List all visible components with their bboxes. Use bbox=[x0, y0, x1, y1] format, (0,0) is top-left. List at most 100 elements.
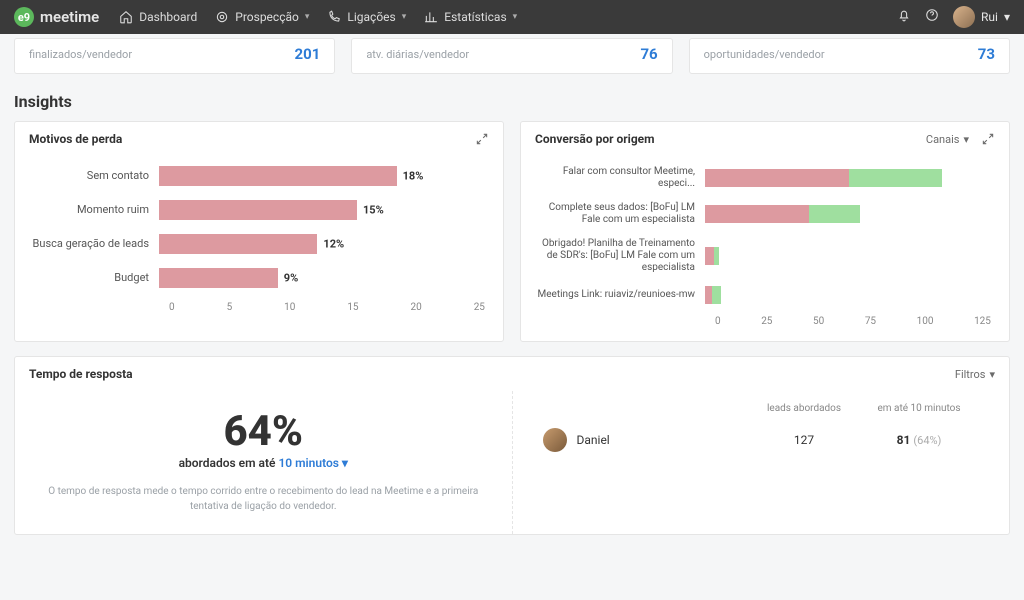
nav-label: Estatísticas bbox=[444, 10, 506, 24]
summary-value: 76 bbox=[640, 45, 657, 63]
bar-row: Falar com consultor Meetime, especi... bbox=[535, 166, 995, 190]
filter-label: Filtros bbox=[955, 368, 986, 381]
expand-button[interactable] bbox=[475, 132, 489, 146]
response-summary: 64% abordados em até 10 minutos ▾ O temp… bbox=[15, 391, 513, 534]
bar-label: Budget bbox=[29, 271, 159, 284]
summary-value: 201 bbox=[295, 45, 321, 63]
nav-label: Ligações bbox=[347, 10, 395, 24]
panel-conversao-origem: Conversão por origem Canais ▾ Falar com … bbox=[520, 121, 1010, 342]
brand[interactable]: e9 meetime bbox=[14, 7, 99, 27]
in10-value: 81 bbox=[897, 433, 911, 447]
panel-title: Tempo de resposta bbox=[29, 367, 133, 381]
in10-pct: (64%) bbox=[913, 434, 941, 447]
summary-label: atv. diárias/vendedor bbox=[366, 48, 469, 61]
bar-label: Obrigado! Planilha de Treinamento de SDR… bbox=[535, 238, 705, 274]
bar-segment-a bbox=[705, 169, 849, 187]
chevron-down-icon: ▾ bbox=[963, 133, 969, 146]
bell-icon[interactable] bbox=[897, 8, 911, 26]
bar-value: 12% bbox=[323, 238, 344, 251]
bar-fill bbox=[159, 166, 397, 186]
summary-label: finalizados/vendedor bbox=[29, 48, 132, 61]
bar-row: Budget 9% bbox=[29, 268, 489, 288]
bar-segment-a bbox=[705, 205, 809, 223]
home-icon bbox=[119, 10, 133, 24]
summary-value: 73 bbox=[978, 45, 995, 63]
bar-value: 9% bbox=[284, 272, 298, 285]
x-axis: 0255075100125 bbox=[715, 316, 995, 327]
nav-items: Dashboard Prospecção ▾ Ligações ▾ Estatí… bbox=[119, 10, 517, 24]
bar-row: Complete seus dados: [BoFu] LM Fale com … bbox=[535, 202, 995, 226]
chart-conversao: Falar com consultor Meetime, especi... Co… bbox=[521, 156, 1009, 341]
section-title-insights: Insights bbox=[0, 86, 1024, 121]
bar-segment-a bbox=[705, 286, 712, 304]
panel-title: Motivos de perda bbox=[29, 132, 122, 146]
user-menu[interactable]: Rui ▾ bbox=[953, 6, 1010, 28]
bar-label: Falar com consultor Meetime, especi... bbox=[535, 166, 705, 190]
user-name: Rui bbox=[981, 10, 998, 24]
phone-icon bbox=[327, 10, 341, 24]
x-axis: 0510152025 bbox=[169, 302, 489, 313]
expand-button[interactable] bbox=[981, 132, 995, 146]
bar-fill bbox=[159, 234, 317, 254]
bar-fill bbox=[159, 200, 357, 220]
chart-icon bbox=[424, 10, 438, 24]
bar-segment-b bbox=[714, 247, 719, 265]
nav-prospeccao[interactable]: Prospecção ▾ bbox=[215, 10, 309, 24]
nav-label: Prospecção bbox=[235, 10, 299, 24]
summary-card: finalizados/vendedor 201 bbox=[14, 38, 335, 74]
response-sub-prefix: abordados em até bbox=[179, 456, 279, 470]
chevron-down-icon: ▾ bbox=[513, 12, 518, 22]
bar-label: Complete seus dados: [BoFu] LM Fale com … bbox=[535, 202, 705, 226]
bar-segment-a bbox=[705, 247, 714, 265]
nav-label: Dashboard bbox=[139, 10, 197, 24]
filter-filtros[interactable]: Filtros ▾ bbox=[955, 368, 995, 381]
filter-label: Canais bbox=[926, 133, 960, 146]
bar-track: 9% bbox=[159, 268, 489, 288]
summary-label: oportunidades/vendedor bbox=[704, 48, 825, 61]
bar-fill bbox=[159, 268, 278, 288]
bar-value: 15% bbox=[363, 204, 384, 217]
panel-title: Conversão por origem bbox=[535, 132, 655, 146]
bar-segment-b bbox=[712, 286, 721, 304]
help-icon[interactable] bbox=[925, 8, 939, 26]
summary-card: oportunidades/vendedor 73 bbox=[689, 38, 1010, 74]
chevron-down-icon: ▾ bbox=[1004, 10, 1010, 24]
bar-row: Sem contato18% bbox=[29, 166, 489, 186]
bar-segment-b bbox=[809, 205, 860, 223]
chevron-down-icon: ▾ bbox=[402, 12, 407, 22]
seller-name: Daniel bbox=[577, 433, 610, 447]
bar-track: 12% bbox=[159, 234, 489, 254]
leads-value: 127 bbox=[749, 433, 859, 447]
panel-tempo-resposta: Tempo de resposta Filtros ▾ 64% abordado… bbox=[14, 356, 1010, 535]
response-description: O tempo de resposta mede o tempo corrido… bbox=[45, 484, 482, 514]
bar-label: Meetings Link: ruiaviz/reunioes-mw bbox=[535, 289, 705, 301]
nav-estatisticas[interactable]: Estatísticas ▾ bbox=[424, 10, 517, 24]
chevron-down-icon: ▾ bbox=[305, 12, 310, 22]
col-leads: leads abordados bbox=[749, 403, 859, 414]
nav-right: Rui ▾ bbox=[897, 6, 1010, 28]
bar-track: 15% bbox=[159, 200, 489, 220]
summary-row: finalizados/vendedor 201 atv. diárias/ve… bbox=[0, 34, 1024, 86]
bar-segment-b bbox=[849, 169, 942, 187]
nav-ligacoes[interactable]: Ligações ▾ bbox=[327, 10, 406, 24]
nav-dashboard[interactable]: Dashboard bbox=[119, 10, 197, 24]
response-table: leads abordados em até 10 minutos Daniel… bbox=[513, 391, 1010, 534]
bar-track bbox=[705, 286, 995, 304]
chart-motivos: Sem contato18% Momento ruim 15% Busca geraç… bbox=[15, 156, 503, 327]
bar-track bbox=[705, 169, 995, 187]
bar-track bbox=[705, 205, 995, 223]
table-row: Daniel 127 81 (64%) bbox=[543, 428, 980, 452]
bar-row: Meetings Link: ruiaviz/reunioes-mw bbox=[535, 286, 995, 304]
response-percent: 64% bbox=[45, 407, 482, 456]
bar-row: Busca geração de leads12% bbox=[29, 234, 489, 254]
target-icon bbox=[215, 10, 229, 24]
expand-icon bbox=[475, 132, 489, 146]
filter-canais[interactable]: Canais ▾ bbox=[926, 133, 969, 146]
panel-motivos-perda: Motivos de perda Sem contato18% Momento r… bbox=[14, 121, 504, 342]
chevron-down-icon: ▾ bbox=[989, 368, 995, 381]
time-window-link[interactable]: 10 minutos ▾ bbox=[278, 456, 348, 470]
bar-track: 18% bbox=[159, 166, 489, 186]
brand-badge: e9 bbox=[14, 7, 34, 27]
bar-label: Momento ruim bbox=[29, 203, 159, 216]
expand-icon bbox=[981, 132, 995, 146]
